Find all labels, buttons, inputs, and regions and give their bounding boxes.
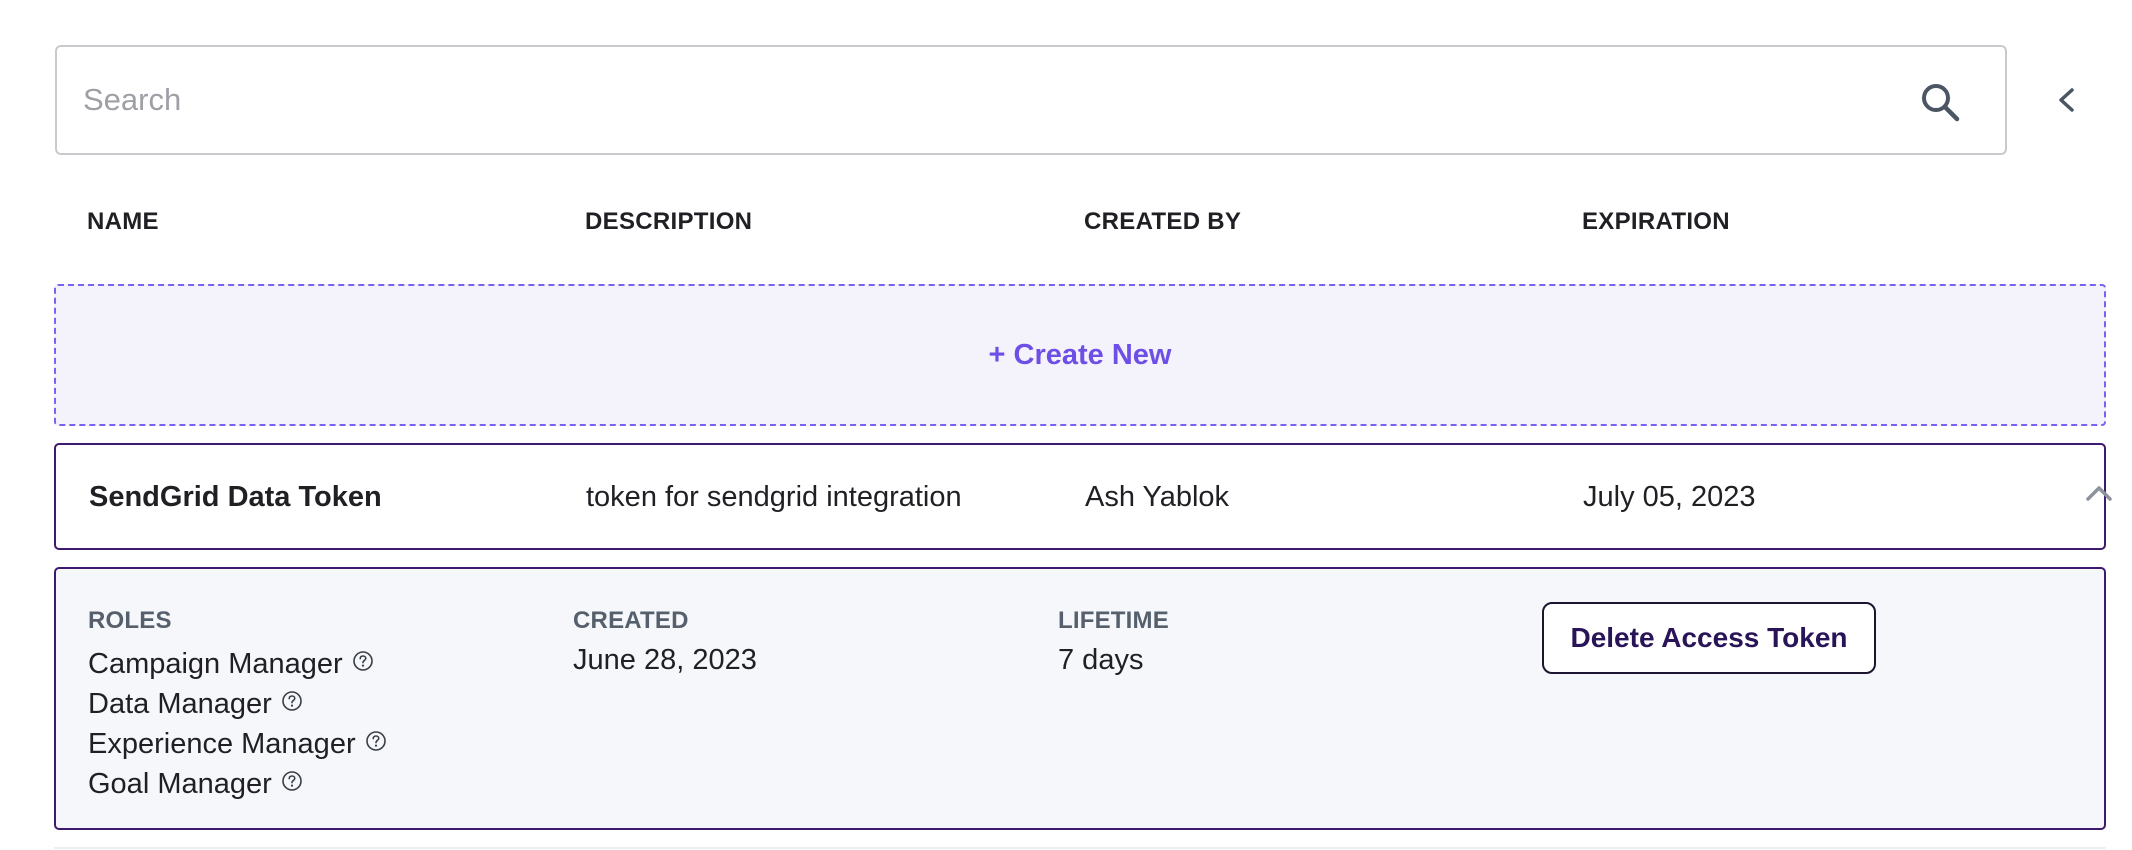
token-created-by: Ash Yablok bbox=[1085, 481, 1230, 513]
created-label: CREATED bbox=[573, 607, 689, 634]
chevron-up-icon[interactable] bbox=[2082, 481, 2116, 505]
role-name: Experience Manager bbox=[88, 727, 356, 760]
column-header-expiration: EXPIRATION bbox=[1582, 208, 1730, 235]
roles-label: ROLES bbox=[88, 607, 172, 634]
divider bbox=[54, 847, 2106, 849]
help-circle-icon[interactable] bbox=[365, 730, 387, 752]
token-expiration: July 05, 2023 bbox=[1583, 481, 1756, 513]
token-details-panel: ROLES Campaign Manager Data Manager Expe… bbox=[54, 567, 2106, 830]
role-item: Campaign Manager bbox=[88, 644, 387, 684]
role-item: Data Manager bbox=[88, 684, 387, 724]
create-new-button[interactable]: + Create New bbox=[54, 284, 2106, 426]
role-name: Goal Manager bbox=[88, 767, 272, 800]
search-input[interactable] bbox=[83, 47, 1903, 153]
token-name: SendGrid Data Token bbox=[89, 481, 382, 513]
search-icon[interactable] bbox=[1919, 81, 1961, 123]
role-name: Campaign Manager bbox=[88, 647, 343, 680]
delete-access-token-button[interactable]: Delete Access Token bbox=[1542, 602, 1876, 674]
roles-list: Campaign Manager Data Manager Experience… bbox=[88, 644, 387, 804]
role-item: Goal Manager bbox=[88, 764, 387, 804]
column-header-description: DESCRIPTION bbox=[585, 208, 753, 235]
column-header-name: NAME bbox=[87, 208, 159, 235]
search-box bbox=[55, 45, 2007, 155]
role-item: Experience Manager bbox=[88, 724, 387, 764]
created-value: June 28, 2023 bbox=[573, 644, 757, 676]
help-circle-icon[interactable] bbox=[352, 650, 374, 672]
lifetime-value: 7 days bbox=[1058, 644, 1144, 676]
lifetime-label: LIFETIME bbox=[1058, 607, 1169, 634]
create-new-label: + Create New bbox=[988, 338, 1172, 371]
chevron-left-icon[interactable] bbox=[2048, 80, 2084, 120]
help-circle-icon[interactable] bbox=[281, 690, 303, 712]
column-header-created-by: CREATED BY bbox=[1084, 208, 1242, 235]
token-row[interactable]: SendGrid Data Token token for sendgrid i… bbox=[54, 443, 2112, 550]
role-name: Data Manager bbox=[88, 687, 272, 720]
token-description: token for sendgrid integration bbox=[586, 481, 962, 513]
help-circle-icon[interactable] bbox=[281, 770, 303, 792]
